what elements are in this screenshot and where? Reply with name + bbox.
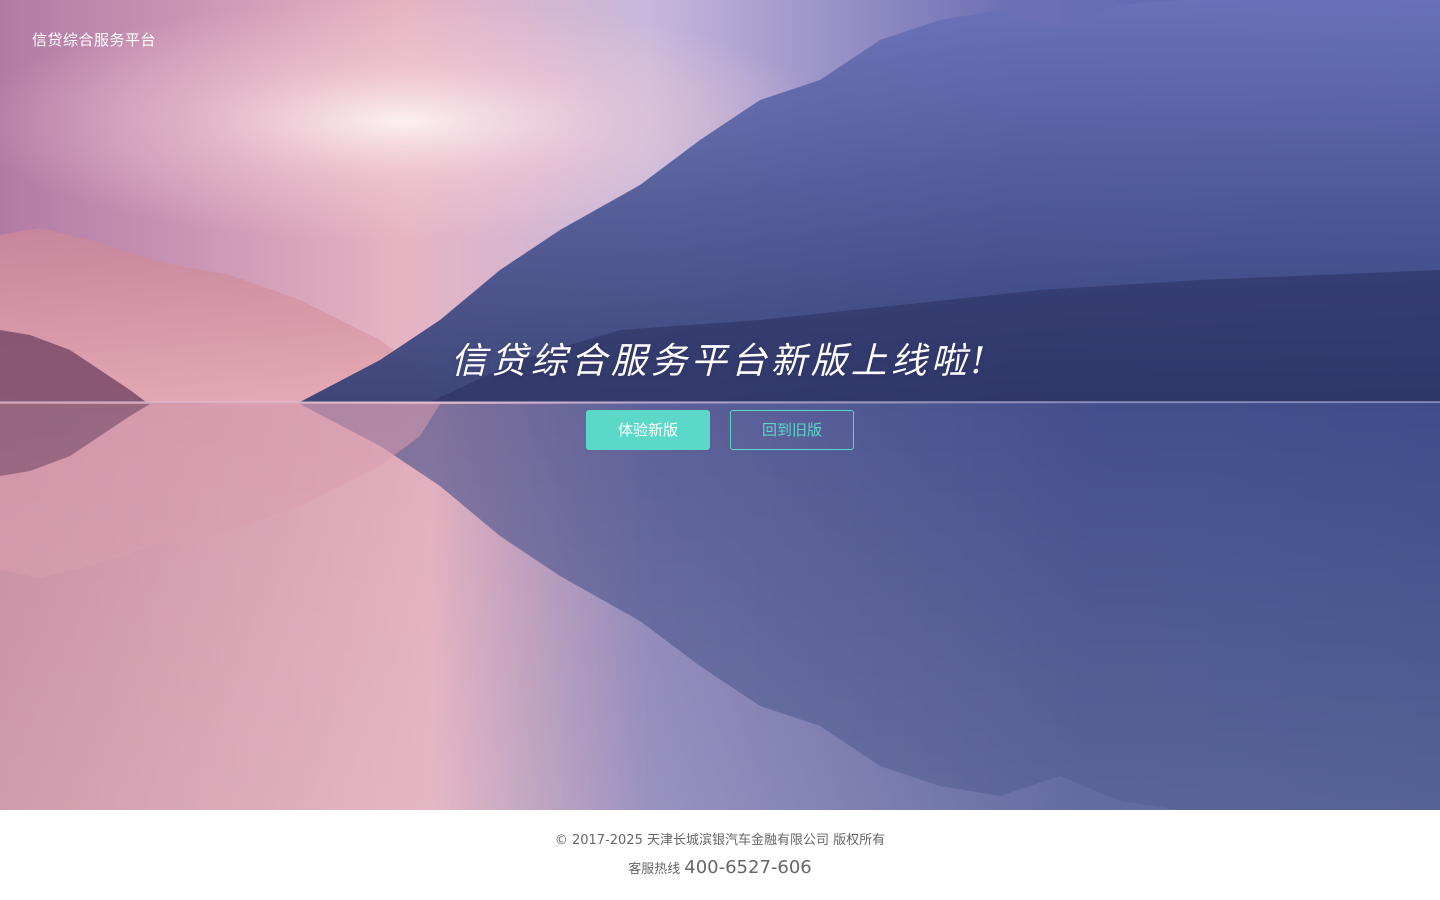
copyright-text: © 2017-2025 天津长城滨银汽车金融有限公司 版权所有	[554, 833, 886, 848]
footer: © 2017-2025 天津长城滨银汽车金融有限公司 版权所有 客服热线 400-…	[0, 810, 1440, 900]
try-new-version-button[interactable]: 体验新版	[586, 410, 710, 450]
hotline-number: 400-6527-606	[684, 857, 812, 878]
brand-title: 信贷综合服务平台	[32, 31, 157, 49]
headline: 信贷综合服务平台新版上线啦!	[450, 341, 990, 382]
background-image	[0, 0, 1440, 810]
hero-section: 信贷综合服务平台 信贷综合服务平台新版上线啦! 体验新版 回到旧版	[0, 0, 1440, 810]
back-to-old-version-button[interactable]: 回到旧版	[730, 410, 854, 450]
hotline-label: 客服热线	[628, 862, 681, 877]
hotline: 客服热线 400-6527-606	[0, 857, 1440, 878]
